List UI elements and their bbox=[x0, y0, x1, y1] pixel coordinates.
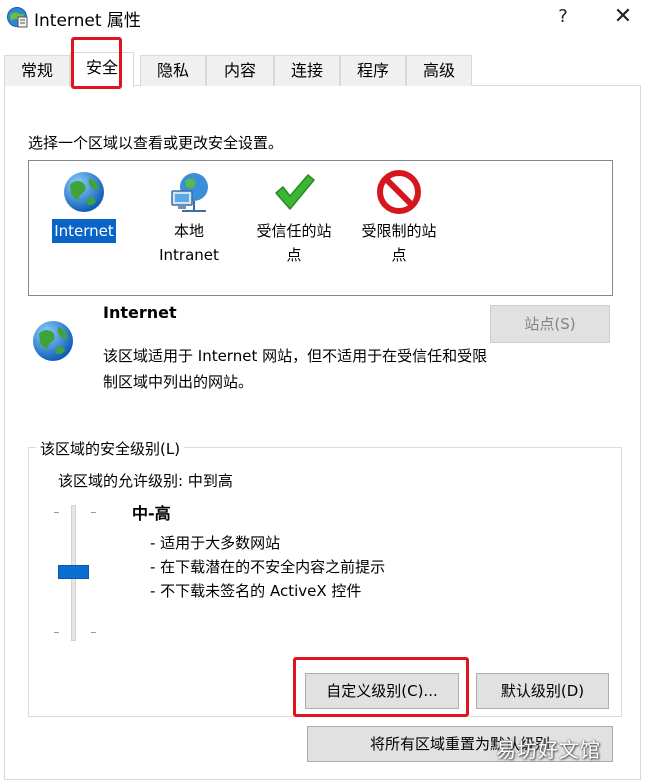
tab-programs[interactable]: 程序 bbox=[340, 55, 406, 86]
zone-restricted-sites[interactable]: 受限制的站 点 bbox=[349, 169, 449, 267]
internet-options-icon bbox=[7, 7, 28, 28]
selected-zone-globe-icon bbox=[33, 321, 73, 361]
tab-privacy[interactable]: 隐私 bbox=[140, 55, 206, 86]
zone-trusted-sites-label: 受信任的站 点 bbox=[256, 222, 332, 264]
selected-zone-title: Internet bbox=[103, 303, 177, 322]
level-description-item: - 在下载潜在的不安全内容之前提示 bbox=[150, 558, 386, 576]
watermark: 易坊好文馆 bbox=[496, 738, 601, 762]
tab-connections[interactable]: 连接 bbox=[274, 55, 340, 86]
tab-advanced[interactable]: 高级 bbox=[406, 55, 472, 86]
slider-tick bbox=[91, 632, 96, 633]
check-icon bbox=[275, 174, 315, 210]
selected-zone-description: 该区域适用于 Internet 网站，但不适用于在受信任和受限制区域中列出的网站… bbox=[103, 347, 488, 391]
sites-button[interactable]: 站点(S) bbox=[490, 305, 610, 343]
globe-icon bbox=[64, 172, 104, 212]
tab-content[interactable]: 内容 bbox=[206, 55, 274, 86]
default-level-button[interactable]: 默认级别(D) bbox=[476, 673, 609, 709]
level-description-list: - 适用于大多数网站 - 在下载潜在的不安全内容之前提示 - 不下载未签名的 A… bbox=[150, 531, 385, 603]
security-level-name: 中-高 bbox=[132, 504, 171, 523]
zone-restricted-sites-label: 受限制的站 点 bbox=[361, 222, 437, 264]
help-button[interactable]: ? bbox=[540, 0, 586, 34]
zone-list: Internet 本地 Intranet 受信任的站 点 受限制的站 点 bbox=[28, 160, 613, 296]
no-entry-icon bbox=[377, 170, 421, 214]
title-bar: Internet 属性 ? ✕ bbox=[0, 0, 647, 36]
zone-instruction: 选择一个区域以查看或更改安全设置。 bbox=[28, 134, 284, 152]
zone-internet[interactable]: Internet bbox=[34, 169, 134, 243]
zone-trusted-sites[interactable]: 受信任的站 点 bbox=[244, 169, 344, 267]
tab-general[interactable]: 常规 bbox=[4, 55, 70, 86]
security-level-group-label: 该区域的安全级别(L) bbox=[36, 438, 185, 459]
network-globe-icon bbox=[171, 173, 208, 212]
zone-local-intranet[interactable]: 本地 Intranet bbox=[139, 169, 239, 267]
tab-highlight-annotation bbox=[71, 37, 122, 89]
level-description-item: - 不下载未签名的 ActiveX 控件 bbox=[150, 582, 362, 600]
level-description-item: - 适用于大多数网站 bbox=[150, 534, 281, 552]
slider-tick bbox=[91, 512, 96, 513]
zone-internet-label: Internet bbox=[52, 219, 116, 243]
slider-tick bbox=[54, 632, 59, 633]
slider-tick bbox=[54, 512, 59, 513]
window-title: Internet 属性 bbox=[34, 11, 141, 31]
custom-level-button[interactable]: 自定义级别(C)... bbox=[305, 673, 459, 709]
zone-local-intranet-label: 本地 Intranet bbox=[159, 222, 219, 264]
close-button[interactable]: ✕ bbox=[600, 0, 646, 34]
allowed-levels-text: 该区域的允许级别: 中到高 bbox=[58, 472, 233, 490]
slider-thumb[interactable] bbox=[58, 565, 89, 579]
